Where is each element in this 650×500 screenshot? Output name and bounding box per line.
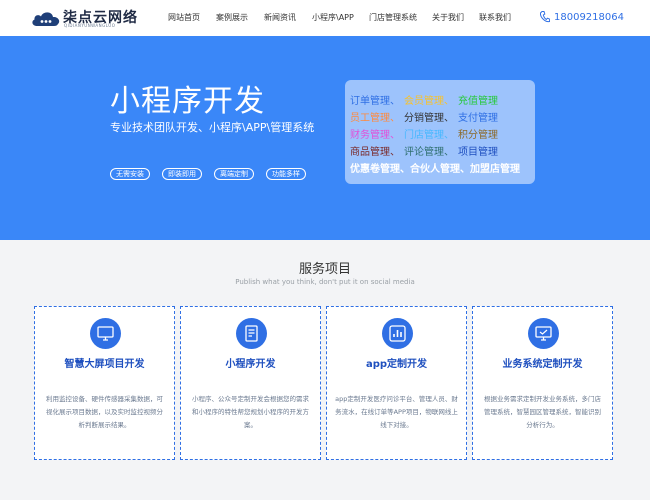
banner-title: 小程序开发	[110, 84, 265, 119]
feature-item: 积分管理	[458, 130, 498, 141]
card-title: 小程序开发	[225, 359, 276, 370]
feature-item: 商品管理、	[350, 147, 400, 158]
service-card-app[interactable]: app定制开发 app定制开发医疗问诊平台、管理人员、财务流水，在线订单等APP…	[326, 306, 467, 460]
service-card-miniprogram[interactable]: 小程序开发 小程序、公众号定制开发会根据您的需求和小程序的特性帮您规划小程序的开…	[180, 306, 321, 460]
feature-item: 分销管理、	[404, 113, 454, 124]
card-description: 利用监控设备、硬件传感器采集数据，可视化展示项目数据，以及实时监控视频分析判断展…	[46, 395, 163, 429]
card-description: 小程序、公众号定制开发会根据您的需求和小程序的特性帮您规划小程序的开发方案。	[192, 395, 309, 429]
feature-item: 订单管理、	[350, 96, 400, 107]
feature-item: 项目管理	[458, 147, 498, 158]
feature-item: 优惠卷管理、合伙人管理、加盟店管理	[350, 164, 520, 175]
feature-item: 评论管理、	[404, 147, 454, 158]
card-title: 业务系统定制开发	[502, 359, 583, 370]
monitor-icon	[90, 318, 121, 349]
feature-row: 订单管理、 会员管理、 充值管理	[350, 92, 502, 107]
card-description: 根据业务需求定制开发业务系统，多门店管理系统，智慧园区管理系统，智能识别分析行为…	[484, 395, 601, 429]
feature-row: 财务管理、 门店管理、 积分管理	[350, 126, 502, 141]
phone-icon	[540, 11, 550, 23]
feature-list-box: 订单管理、 会员管理、 充值管理 员工管理、 分销管理、 支付管理 财务管理、 门店管理、…	[345, 80, 535, 184]
services-subtitle: Publish what you think, don't put it on …	[235, 278, 415, 286]
services-title: 服务项目	[298, 262, 351, 277]
nav-item-contact[interactable]: 联系我们	[479, 12, 511, 23]
service-card-big-screen[interactable]: 智慧大屏项目开发 利用监控设备、硬件传感器采集数据，可视化展示项目数据，以及实时…	[34, 306, 175, 460]
feature-item: 门店管理、	[404, 130, 454, 141]
card-description: app定制开发医疗问诊平台、管理人员、财务流水，在线订单等APP项目，物联网线上…	[335, 395, 458, 429]
logo-subtitle: QIDIANYUNWANGLUO	[64, 23, 116, 28]
feature-item: 支付管理	[458, 113, 498, 124]
feature-row: 商品管理、 评论管理、 项目管理	[350, 143, 502, 158]
cloud-logo-icon	[32, 12, 60, 26]
feature-item: 财务管理、	[350, 130, 400, 141]
service-card-business-system[interactable]: 业务系统定制开发 根据业务需求定制开发业务系统，多门店管理系统，智慧园区管理系统…	[472, 306, 613, 460]
feature-item: 员工管理、	[350, 113, 400, 124]
logo[interactable]: 柒点云网络 QIDIANYUNWANGLUO	[31, 7, 141, 29]
card-title: app定制开发	[365, 359, 428, 370]
hero-banner	[0, 36, 650, 240]
card-title: 智慧大屏项目开发	[64, 359, 145, 370]
nav-item-cases[interactable]: 案例展示	[216, 12, 248, 23]
screen-icon	[528, 318, 559, 349]
feature-row: 员工管理、 分销管理、 支付管理	[350, 109, 502, 124]
nav-item-store-system[interactable]: 门店管理系统	[369, 12, 417, 23]
tag-instant-use: 即装即用	[162, 168, 202, 180]
nav-item-news[interactable]: 新闻资讯	[264, 12, 296, 23]
feature-item: 充值管理	[458, 96, 498, 107]
nav-item-about[interactable]: 关于我们	[432, 12, 464, 23]
document-icon	[236, 318, 267, 349]
feature-row: 优惠卷管理、合伙人管理、加盟店管理	[350, 160, 524, 175]
phone-number: 18009218064	[554, 12, 624, 23]
banner-subtitle: 专业技术团队开发、小程序\APP\管理系统	[110, 121, 315, 134]
tag-no-install: 无需安装	[110, 168, 150, 180]
nav-item-home[interactable]: 网站首页	[168, 12, 200, 23]
nav-item-miniprogram[interactable]: 小程序\APP	[312, 12, 354, 23]
feature-item: 会员管理、	[404, 96, 454, 107]
chart-icon	[382, 318, 413, 349]
tag-features: 功能多样	[266, 168, 306, 180]
site-header: 柒点云网络 QIDIANYUNWANGLUO 网站首页 案例展示 新闻资讯 小程…	[0, 0, 650, 36]
tag-custom: 离端定制	[214, 168, 254, 180]
